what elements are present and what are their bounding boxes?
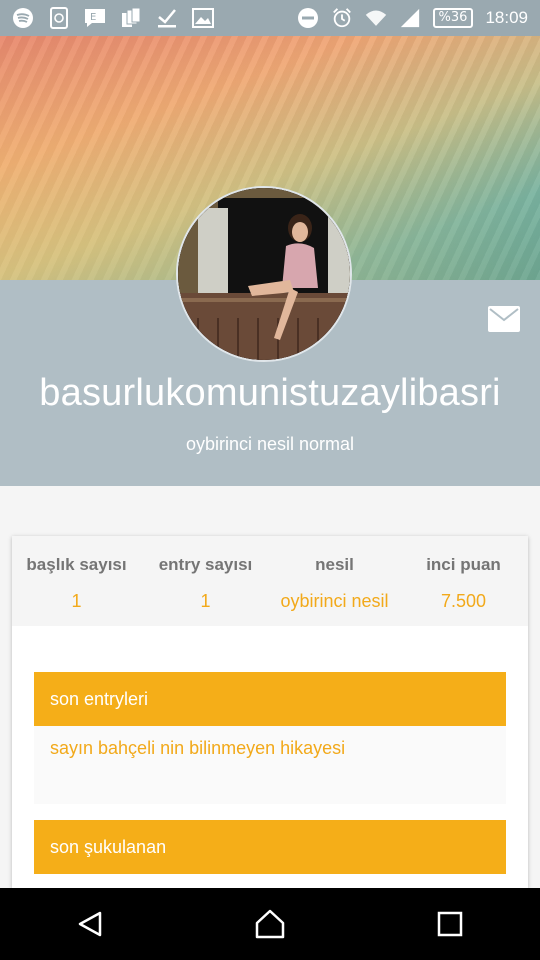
- clock: 18:09: [485, 8, 528, 27]
- back-button[interactable]: [60, 894, 120, 954]
- message-icon: E: [84, 7, 106, 29]
- stat-label: başlık sayısı: [26, 555, 127, 574]
- back-icon: [78, 911, 102, 937]
- stat-label: entry sayısı: [158, 555, 253, 574]
- stat-value: 1: [200, 591, 211, 611]
- image-icon: [192, 7, 214, 29]
- stat-value: 7.500: [440, 591, 487, 611]
- check-icon: [156, 7, 178, 29]
- alarm-icon: [331, 7, 353, 29]
- status-bar: E %36 18:09: [0, 0, 540, 36]
- message-button[interactable]: [488, 306, 520, 332]
- recent-entries-list: sayın bahçeli nin bilinmeyen hikayesi: [34, 726, 506, 804]
- spotify-icon: [12, 7, 34, 29]
- stat-karma: inci puan 7.500: [399, 536, 528, 626]
- navigation-bar: [0, 888, 540, 960]
- wifi-icon: [365, 7, 387, 29]
- entry-link[interactable]: sayın bahçeli nin bilinmeyen hikayesi: [50, 738, 345, 759]
- profile-card: başlık sayısı 1 entry sayısı 1 nesil oyb…: [12, 536, 528, 888]
- app-icon: [48, 7, 70, 29]
- generation-label: oybirinci nesil normal: [185, 434, 355, 454]
- stat-topic-count: başlık sayısı 1: [12, 536, 141, 626]
- stat-label: nesil: [315, 555, 354, 574]
- stat-value: 1: [71, 591, 82, 611]
- svg-text:E: E: [90, 12, 96, 23]
- battery-indicator: %36: [432, 8, 474, 28]
- dnd-icon: [297, 7, 319, 29]
- stat-entry-count: entry sayısı 1: [141, 536, 270, 626]
- section-header-recent-entries[interactable]: son entryleri: [34, 672, 506, 726]
- recents-icon: [437, 911, 463, 937]
- username: basurlukomunistuzaylibasri: [39, 372, 501, 414]
- signal-icon: [399, 7, 421, 29]
- avatar[interactable]: [176, 186, 352, 362]
- stat-generation: nesil oybirinci nesil: [270, 536, 399, 626]
- stat-label: inci puan: [426, 555, 501, 574]
- mail-icon: [488, 306, 520, 336]
- stat-value: oybirinci nesil: [280, 591, 389, 611]
- copy-icon: [120, 7, 142, 29]
- home-icon: [255, 909, 285, 939]
- recents-button[interactable]: [420, 894, 480, 954]
- section-header-recent-upvoted[interactable]: son şukulanan: [34, 820, 506, 874]
- stats-row: başlık sayısı 1 entry sayısı 1 nesil oyb…: [12, 536, 528, 626]
- home-button[interactable]: [240, 894, 300, 954]
